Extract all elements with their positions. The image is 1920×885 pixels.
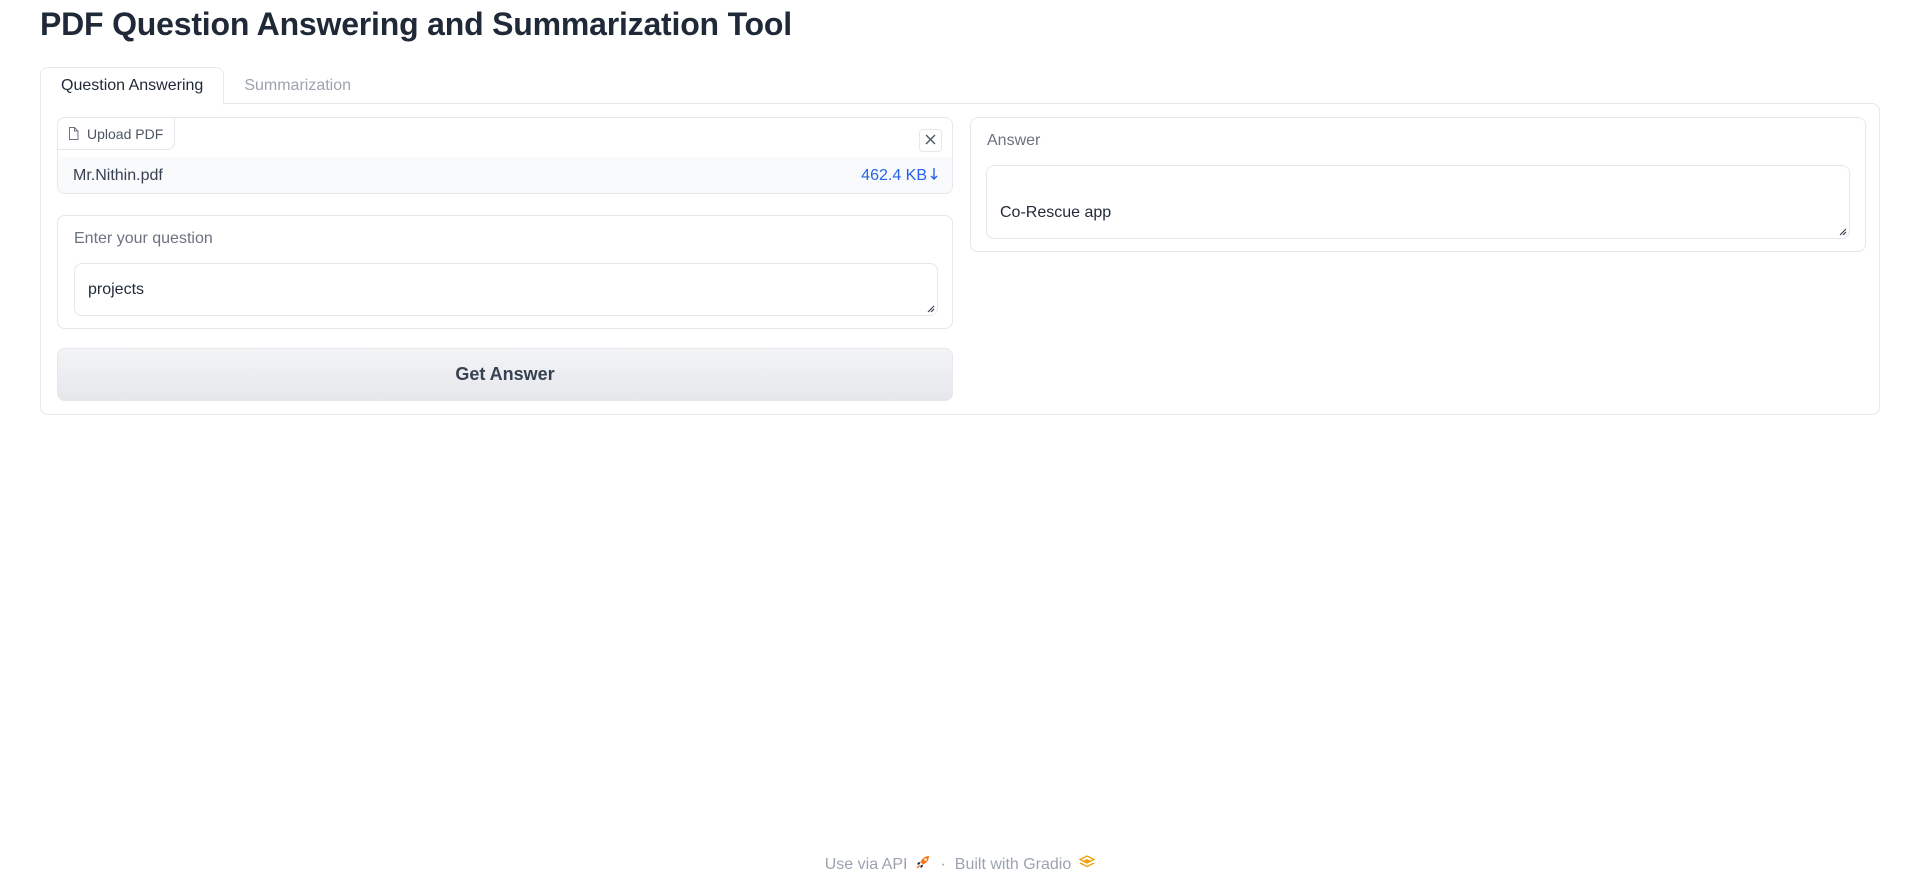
- question-input[interactable]: projects: [74, 263, 938, 316]
- gradio-logo-icon: [1078, 855, 1096, 874]
- get-answer-button[interactable]: Get Answer: [57, 348, 953, 401]
- tab-summarization[interactable]: Summarization: [224, 67, 371, 105]
- app-root: PDF Question Answering and Summarization…: [0, 0, 1920, 885]
- question-label: Enter your question: [74, 230, 213, 247]
- download-arrow-icon: [930, 167, 938, 186]
- file-size: 462.4 KB: [861, 167, 927, 184]
- resize-grip-icon[interactable]: [1838, 227, 1847, 236]
- upload-pdf-label-text: Upload PDF: [87, 125, 164, 142]
- use-via-api-label: Use via API: [824, 855, 908, 873]
- footer: Use via API · Built with Gradio: [0, 854, 1920, 875]
- file-icon: [68, 127, 79, 140]
- clear-file-button[interactable]: [919, 129, 942, 152]
- page-title: PDF Question Answering and Summarization…: [40, 6, 792, 42]
- answer-block: Answer Co-Rescue app: [970, 117, 1866, 252]
- file-download-link[interactable]: 462.4 KB: [861, 167, 938, 186]
- question-block: Enter your question projects: [57, 215, 953, 329]
- built-with-gradio-label: Built with Gradio: [954, 855, 1072, 873]
- answer-label: Answer: [987, 132, 1041, 149]
- upload-pdf-label: Upload PDF: [58, 118, 176, 150]
- uploaded-file-row: Mr.Nithin.pdf 462.4 KB: [58, 157, 952, 193]
- footer-separator: ·: [940, 855, 946, 873]
- resize-grip-icon[interactable]: [926, 304, 935, 313]
- tab-panel-question-answering: Upload PDF Mr.Nithin.pdf 462.4 KB Enter …: [40, 103, 1880, 415]
- question-input-value: projects: [88, 280, 145, 298]
- tab-bar: Question Answering Summarization: [40, 67, 371, 105]
- rocket-icon: [915, 854, 931, 875]
- close-icon: [925, 132, 936, 150]
- uploaded-file-name: Mr.Nithin.pdf: [73, 167, 163, 184]
- pdf-upload-block: Upload PDF Mr.Nithin.pdf 462.4 KB: [57, 117, 953, 194]
- built-with-gradio-link[interactable]: Built with Gradio: [955, 855, 1096, 874]
- answer-output-value: Co-Rescue app: [1000, 204, 1112, 221]
- answer-output[interactable]: Co-Rescue app: [986, 165, 1850, 239]
- use-via-api-link[interactable]: Use via API: [825, 854, 932, 875]
- tab-question-answering[interactable]: Question Answering: [40, 67, 225, 105]
